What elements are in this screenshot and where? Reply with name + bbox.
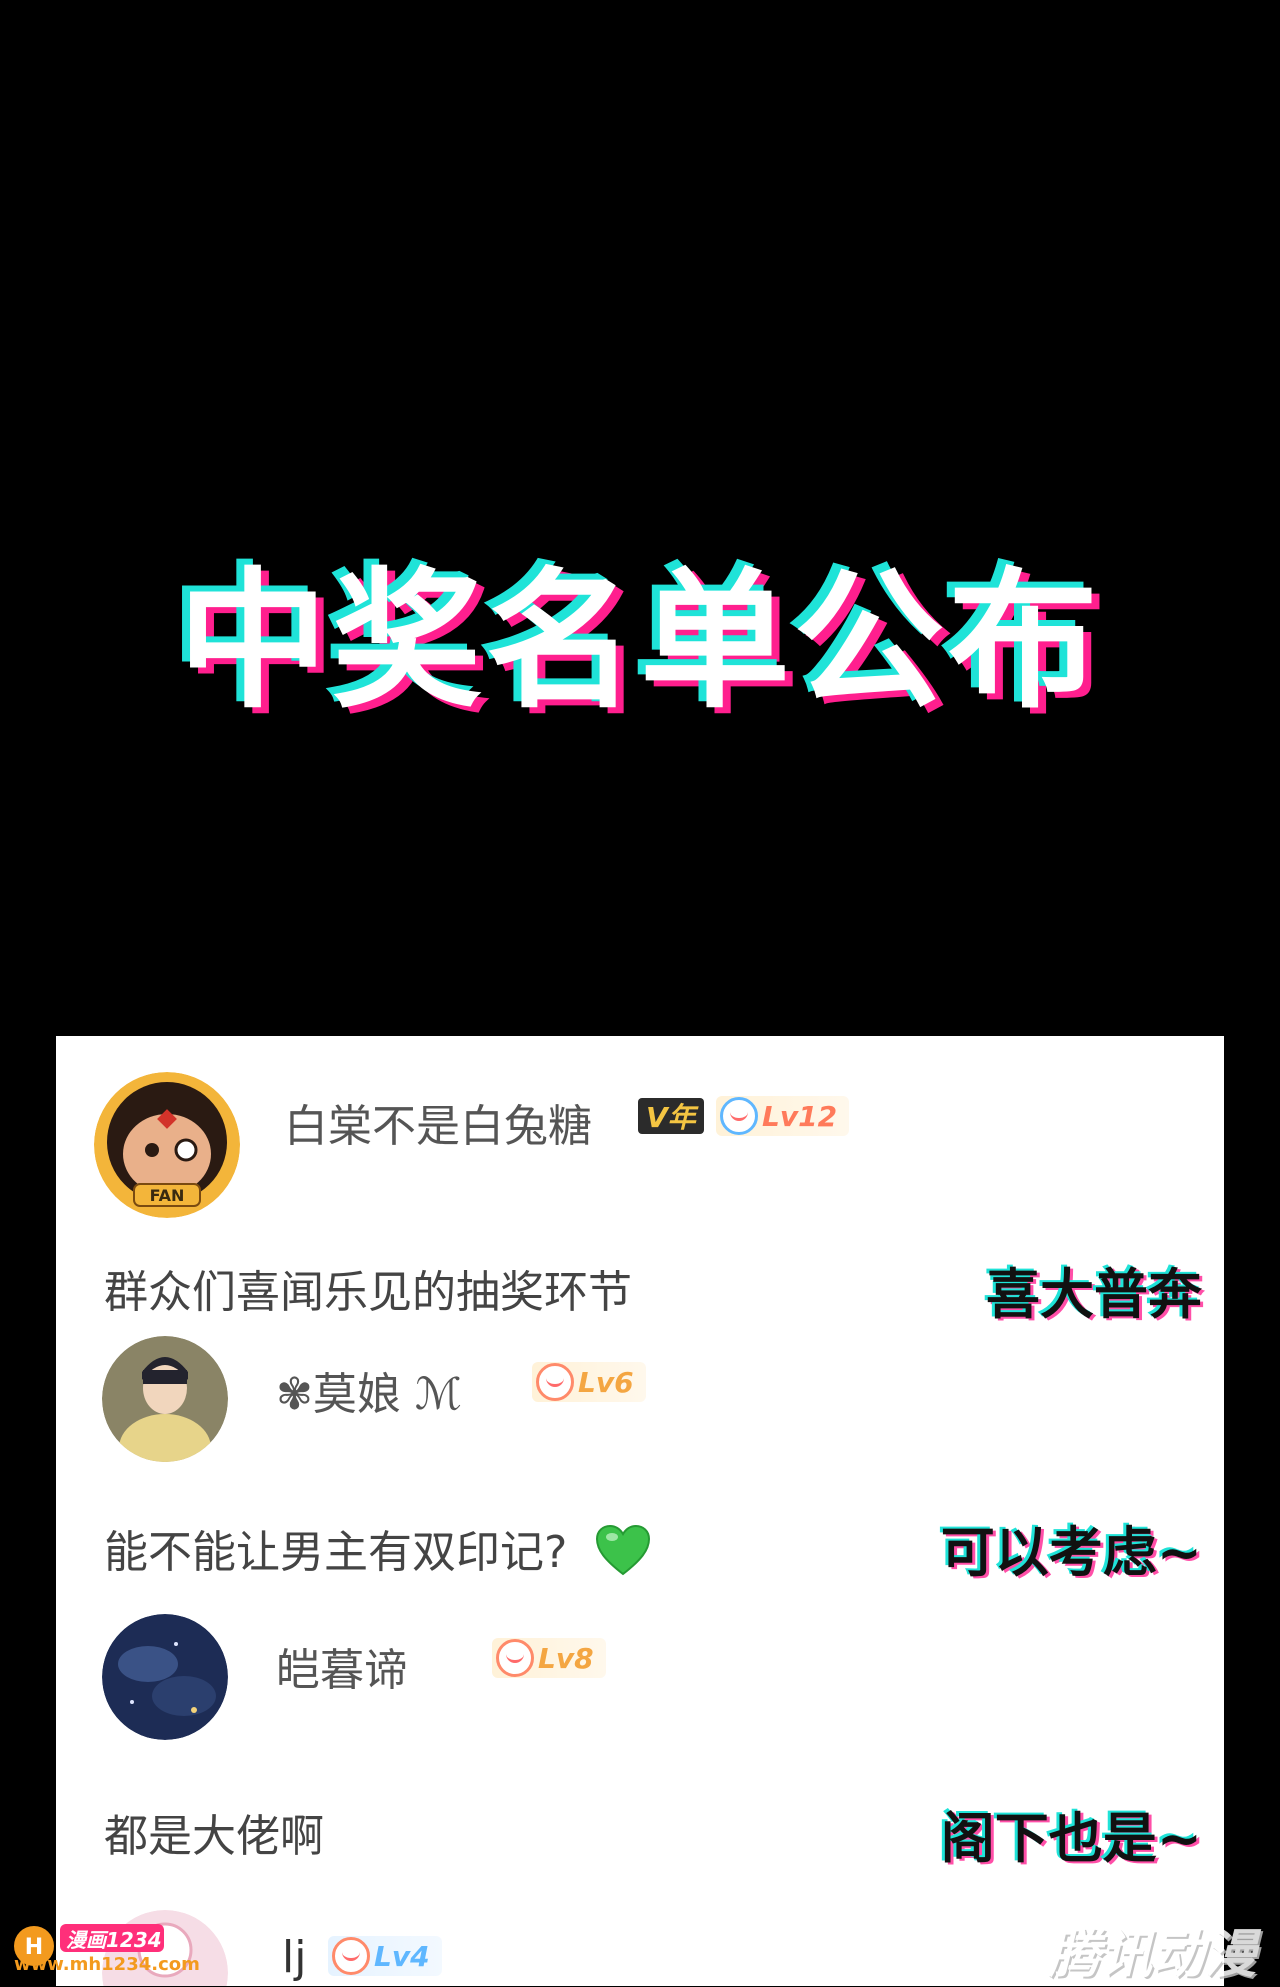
watermark-bottom-text: www.mh1234.com <box>14 1954 200 1975</box>
avatar[interactable]: FAN <box>94 1072 240 1218</box>
author-reply: 阁下也是~ <box>940 1807 1202 1870</box>
level-badge: Lv8 <box>492 1638 606 1678</box>
author-reply: 喜大普奔 <box>986 1263 1202 1326</box>
level-badge: Lv6 <box>532 1362 646 1402</box>
comment-text: 群众们喜闻乐见的抽奖环节 <box>104 1267 632 1318</box>
username[interactable]: lj <box>282 1932 306 1983</box>
username[interactable]: ✾莫娘 ℳ <box>276 1358 462 1422</box>
level-label: Lv4 <box>374 1939 430 1973</box>
green-heart-icon <box>595 1524 651 1587</box>
comment-text-body: 能不能让男主有双印记? <box>104 1527 568 1578</box>
comment-item: FAN 白棠不是白兔糖 V年 Lv12 群众们喜闻乐见的抽奖环节 喜大普奔 <box>56 1036 1224 1326</box>
comment-text: 都是大佬啊 <box>104 1811 324 1862</box>
level-label: Lv12 <box>762 1099 838 1133</box>
level-badge: Lv4 <box>328 1936 442 1976</box>
banner-title: 中奖名单公布 <box>177 555 1102 729</box>
vip-badge: V年 <box>638 1098 704 1134</box>
comment-item: 皑暮谛 Lv8 都是大佬啊 阁下也是~ <box>56 1604 1224 1874</box>
level-icon <box>720 1097 758 1135</box>
site-watermark: H 漫画1234 www.mh1234.com <box>12 1908 212 1978</box>
publisher-watermark: 腾讯动漫 <box>1047 1925 1256 1985</box>
watermark-top-text: 漫画1234 <box>66 1928 162 1952</box>
comment-item: ✾莫娘 ℳ Lv6 能不能让男主有双印记? 可以考虑~ <box>56 1326 1224 1586</box>
avatar[interactable] <box>102 1336 228 1462</box>
level-icon <box>332 1937 370 1975</box>
username[interactable]: 皑暮谛 <box>276 1634 408 1698</box>
svg-text:FAN: FAN <box>150 1186 185 1205</box>
author-reply: 可以考虑~ <box>940 1521 1202 1584</box>
username[interactable]: 白棠不是白兔糖 <box>284 1090 592 1154</box>
level-badge: Lv12 <box>716 1096 850 1136</box>
level-icon <box>536 1363 574 1401</box>
level-icon <box>496 1639 534 1677</box>
level-label: Lv8 <box>538 1641 594 1675</box>
comment-text: 能不能让男主有双印记? <box>104 1516 651 1587</box>
comment-panel: FAN 白棠不是白兔糖 V年 Lv12 群众们喜闻乐见的抽奖环节 喜大普奔 ✾莫… <box>56 1036 1224 1986</box>
avatar[interactable] <box>102 1614 228 1740</box>
level-label: Lv6 <box>578 1365 634 1399</box>
